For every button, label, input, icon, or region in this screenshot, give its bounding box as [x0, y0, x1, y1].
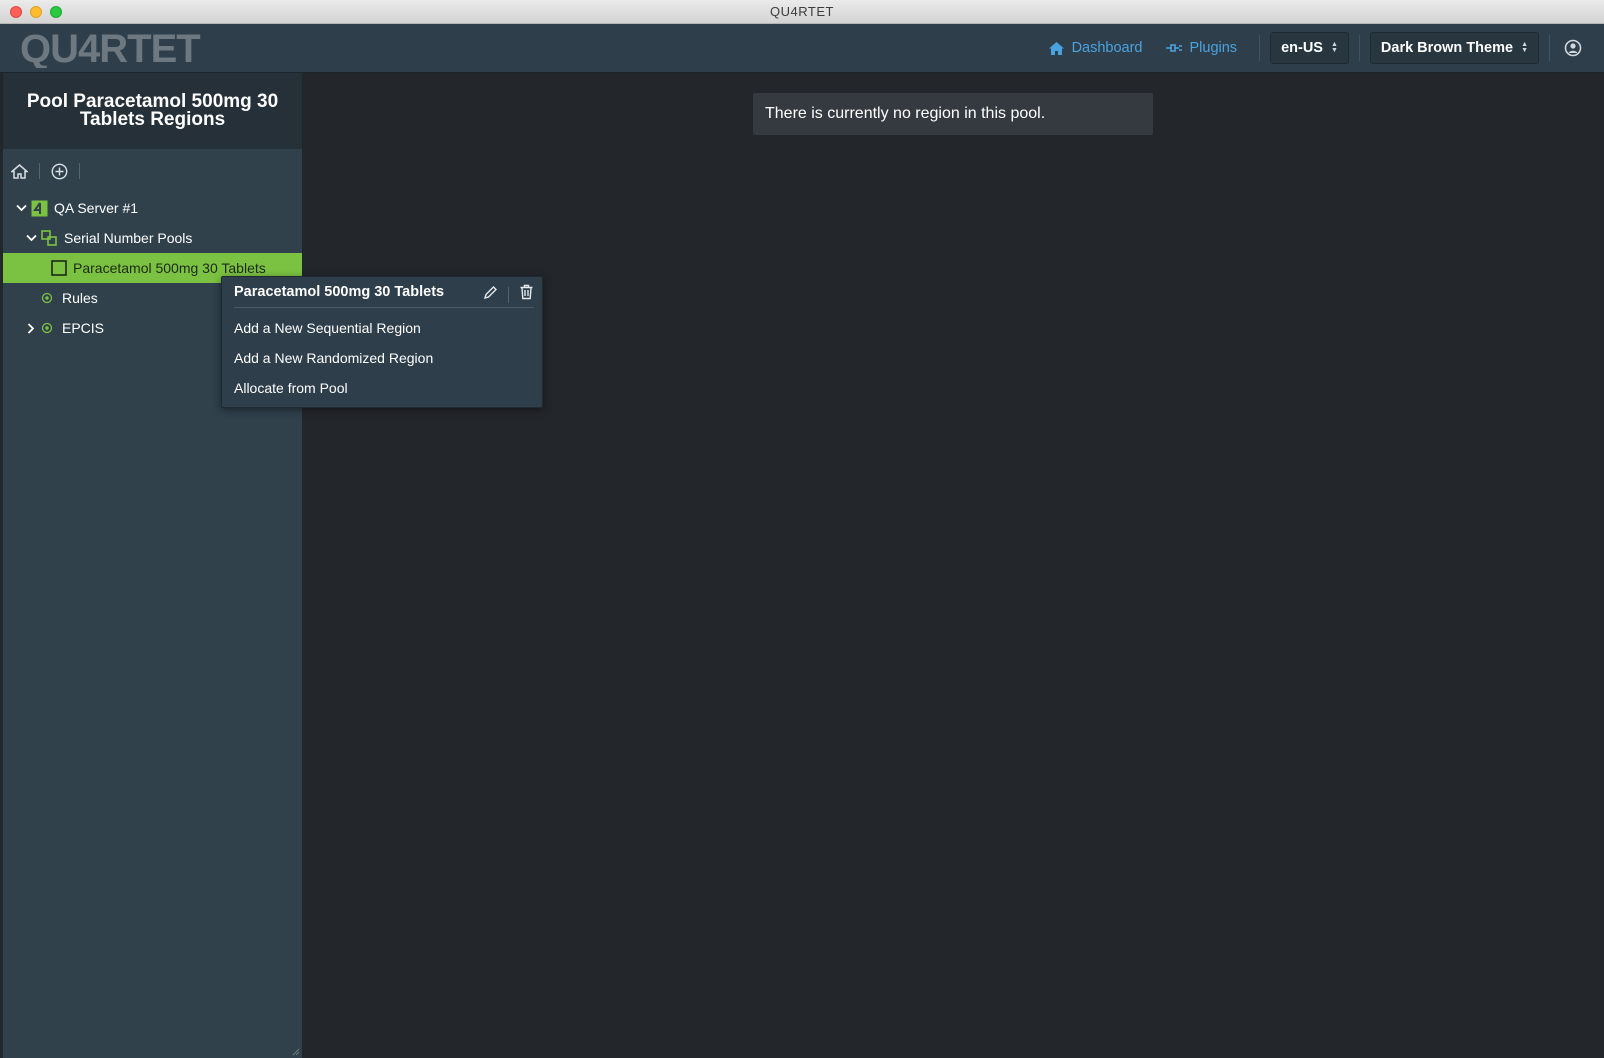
tree-toolbar: [3, 149, 302, 193]
allocate-from-pool-item[interactable]: Allocate from Pool: [222, 373, 542, 403]
nav-divider: [1259, 35, 1261, 61]
tree-item-label: Serial Number Pools: [64, 230, 193, 246]
select-arrows-icon: ▲ ▼: [1521, 41, 1528, 54]
add-circle-icon: [51, 163, 68, 179]
top-navbar: QU4RTET Dashboard Plugins en-US ▲ ▼ Dark …: [0, 24, 1604, 73]
trash-icon: [520, 284, 533, 300]
plug-icon: [1165, 44, 1182, 52]
theme-select[interactable]: Dark Brown Theme ▲ ▼: [1369, 32, 1539, 64]
tree-item-serial-number-pools[interactable]: Serial Number Pools: [3, 223, 302, 253]
chevron-down-icon[interactable]: [25, 234, 37, 242]
server-logo-icon: [31, 200, 48, 217]
sidebar: Pool Paracetamol 500mg 30 Tablets Region…: [3, 73, 303, 1058]
locale-value: en-US: [1281, 40, 1323, 56]
dashboard-link[interactable]: Dashboard: [1048, 40, 1143, 56]
window-titlebar: QU4RTET: [0, 0, 1604, 24]
tree-item-label: QA Server #1: [54, 200, 139, 216]
tree-item-label: Paracetamol 500mg 30 Tablets: [73, 260, 266, 276]
tree-item-label: Rules: [62, 290, 98, 306]
home-button[interactable]: [11, 163, 28, 179]
context-menu-title: Paracetamol 500mg 30 Tablets: [234, 284, 445, 300]
user-icon: [1564, 39, 1582, 57]
pool-context-menu: Paracetamol 500mg 30 Tablets Add a New S…: [221, 276, 543, 408]
theme-value: Dark Brown Theme: [1380, 40, 1514, 56]
plugins-link[interactable]: Plugins: [1165, 40, 1238, 56]
locale-select[interactable]: en-US ▲ ▼: [1270, 32, 1349, 64]
nav-divider: [1358, 35, 1360, 61]
home-icon: [11, 163, 28, 179]
tree-item-label: EPCIS: [62, 320, 105, 336]
pencil-icon: [483, 285, 497, 299]
toolbar-divider: [79, 163, 80, 179]
target-icon: [41, 292, 53, 304]
add-randomized-region-item[interactable]: Add a New Randomized Region: [222, 343, 542, 373]
add-server-button[interactable]: [51, 163, 68, 180]
pool-square-icon: [51, 260, 67, 276]
home-icon: [1048, 41, 1064, 55]
pools-icon: [41, 230, 58, 246]
action-divider: [508, 286, 509, 303]
add-sequential-region-item[interactable]: Add a New Sequential Region: [222, 313, 542, 343]
tree-item-server[interactable]: QA Server #1: [3, 193, 302, 223]
chevron-right-icon[interactable]: [25, 322, 37, 334]
delete-button[interactable]: [519, 284, 534, 305]
plugins-label: Plugins: [1189, 40, 1238, 56]
dashboard-label: Dashboard: [1071, 40, 1143, 56]
resize-grip-icon[interactable]: [292, 1048, 300, 1056]
nav-divider: [1549, 35, 1550, 61]
edit-button[interactable]: [483, 285, 498, 305]
toolbar-divider: [39, 163, 40, 179]
user-menu-button[interactable]: [1564, 39, 1582, 57]
target-icon: [41, 322, 53, 334]
select-arrows-icon: ▲ ▼: [1330, 41, 1338, 54]
logo-wordmark: QU4RTET: [20, 27, 200, 68]
quartet-logo[interactable]: QU4RTET: [20, 26, 220, 68]
chevron-down-icon[interactable]: [15, 204, 27, 212]
window-title: QU4RTET: [770, 4, 834, 19]
empty-pool-message: There is currently no region in this poo…: [753, 93, 1153, 135]
context-menu-header: Paracetamol 500mg 30 Tablets: [234, 277, 534, 308]
sidebar-title: Pool Paracetamol 500mg 30 Tablets Region…: [3, 73, 302, 149]
